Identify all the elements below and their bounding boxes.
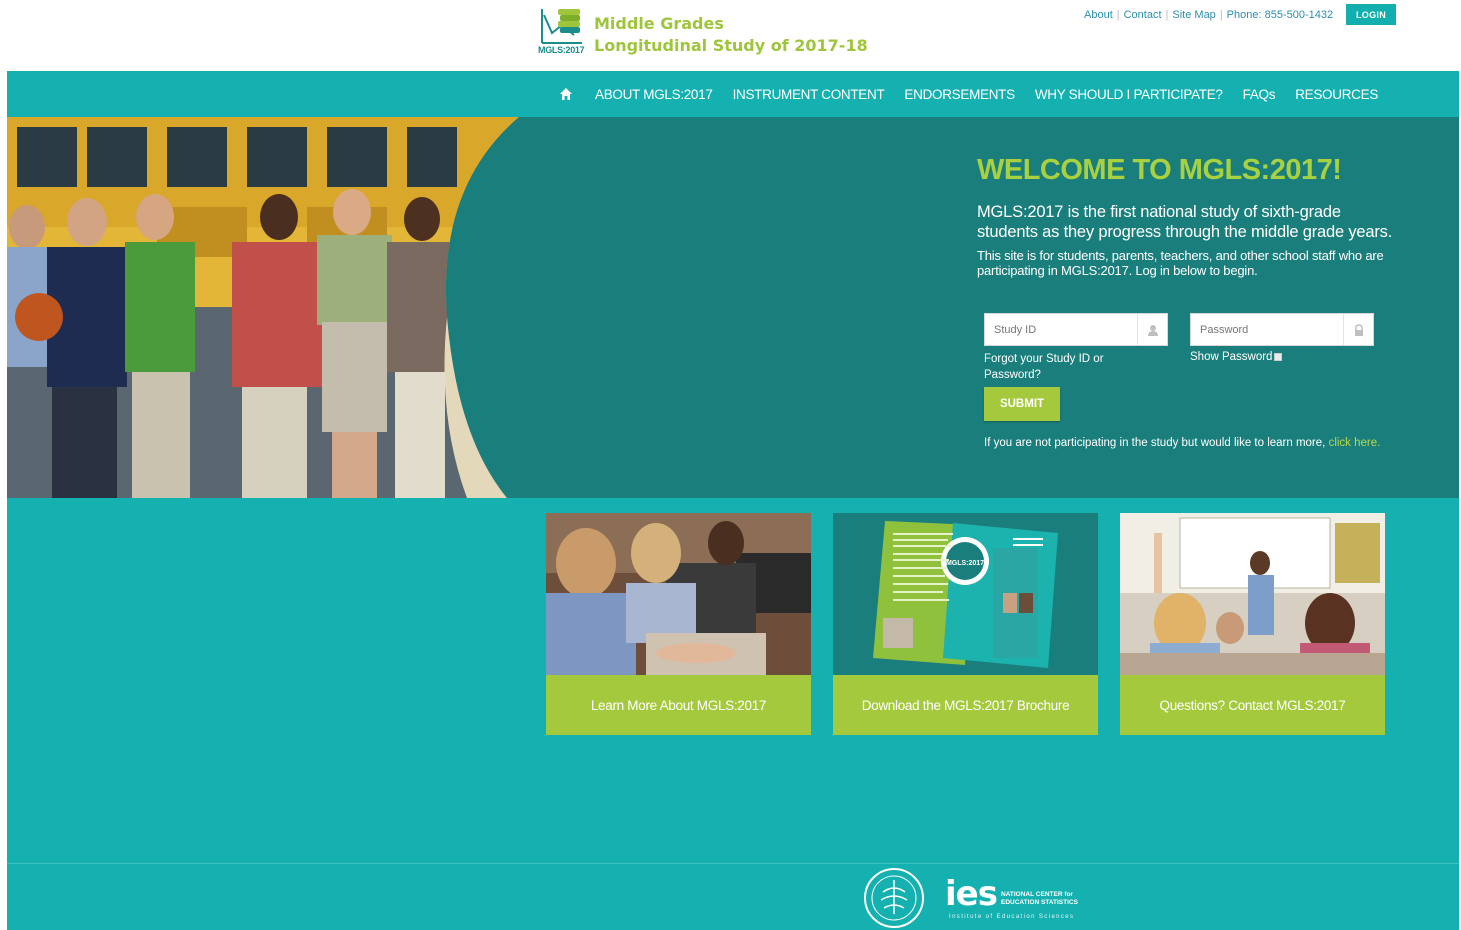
site-footer: ies NATIONAL CENTER for EDUCATION STATIS… (7, 863, 1459, 930)
study-id-field[interactable] (984, 313, 1168, 346)
logo-title-line2: Longitudinal Study of 2017-18 (594, 36, 868, 55)
site-header: MGLS:2017 Middle Grades Longitudinal Stu… (0, 0, 1461, 71)
students-computers-photo (546, 513, 811, 675)
show-password-toggle[interactable]: Show Password (1190, 351, 1283, 363)
separator: | (1219, 9, 1223, 21)
department-seal-icon[interactable] (859, 866, 929, 930)
lock-icon (1343, 314, 1373, 345)
contact-link[interactable]: Contact (1124, 9, 1162, 21)
card-learn-more[interactable]: Learn More About MGLS:2017 (546, 513, 811, 735)
ies-line1: NATIONAL CENTER for (1001, 891, 1073, 898)
not-participating-label: If you are not participating in the stud… (984, 437, 1329, 449)
show-password-checkbox[interactable] (1274, 353, 1283, 361)
intro-text: MGLS:2017 is the first national study of… (977, 203, 1393, 241)
nav-item-instrument-content[interactable]: INSTRUMENT CONTENT (733, 87, 885, 102)
home-icon[interactable] (559, 87, 573, 101)
phone-number: Phone: 855-500-1432 (1226, 9, 1334, 21)
intro-subtext: This site is for students, parents, teac… (977, 248, 1384, 278)
brochure-badge: MGLS:2017 (946, 560, 984, 567)
nav-item-faqs[interactable]: FAQs (1243, 87, 1276, 102)
separator: | (1165, 9, 1169, 21)
utility-links: About | Contact | Site Map | Phone: 855-500-14… (1084, 9, 1333, 21)
login-button[interactable]: LOGIN (1346, 4, 1396, 25)
card-learn-more-label: Learn More About MGLS:2017 (546, 675, 811, 735)
forgot-credentials-link[interactable]: Forgot your Study ID or Password? (984, 351, 1134, 383)
ies-line3: Institute of Education Sciences (949, 914, 1075, 920)
welcome-panel: WELCOME TO MGLS:2017! MGLS:2017 is the f… (977, 154, 1397, 278)
card-download-brochure[interactable]: MGLS:2017 Download the MGLS:2017 Brochur… (833, 513, 1098, 735)
feature-cards-area: Learn More About MGLS:2017 MGLS:2017 Dow… (7, 498, 1459, 863)
submit-button[interactable]: SUBMIT (984, 387, 1060, 421)
brochure-image: MGLS:2017 (833, 513, 1098, 675)
not-participating-text: If you are not participating in the stud… (984, 435, 1384, 451)
classroom-photo (1120, 513, 1385, 675)
nav-item-endorsements[interactable]: ENDORSEMENTS (904, 87, 1015, 102)
ies-line2: EDUCATION STATISTICS (1001, 899, 1078, 906)
password-input[interactable] (1191, 314, 1341, 345)
study-id-input[interactable] (985, 314, 1135, 345)
user-icon (1137, 314, 1167, 345)
about-link[interactable]: About (1084, 9, 1113, 21)
mgls-logo[interactable]: MGLS:2017 Middle Grades Longitudinal Stu… (538, 5, 868, 61)
show-password-label: Show Password (1190, 351, 1273, 363)
password-field[interactable] (1190, 313, 1374, 346)
separator: | (1116, 9, 1120, 21)
welcome-title: WELCOME TO MGLS:2017! (977, 154, 1342, 186)
nav-item-resources[interactable]: RESOURCES (1295, 87, 1378, 102)
site-map-link[interactable]: Site Map (1172, 9, 1215, 21)
students-photo (7, 117, 519, 498)
footer-logos: ies NATIONAL CENTER for EDUCATION STATIS… (855, 866, 1079, 930)
card-contact-label: Questions? Contact MGLS:2017 (1120, 675, 1385, 735)
nav-items: ABOUT MGLS:2017 INSTRUMENT CONTENT ENDOR… (559, 71, 1398, 117)
nav-item-why-participate[interactable]: WHY SHOULD I PARTICIPATE? (1035, 87, 1223, 102)
logo-mark-text: MGLS:2017 (538, 45, 585, 55)
main-nav: ABOUT MGLS:2017 INSTRUMENT CONTENT ENDOR… (7, 71, 1459, 117)
card-contact[interactable]: Questions? Contact MGLS:2017 (1120, 513, 1385, 735)
nav-item-about[interactable]: ABOUT MGLS:2017 (595, 87, 713, 102)
click-here-link[interactable]: click here. (1329, 437, 1381, 449)
hero-banner: WELCOME TO MGLS:2017! MGLS:2017 is the f… (7, 117, 1459, 498)
ies-logo-text[interactable]: ies (945, 874, 998, 914)
card-download-brochure-label: Download the MGLS:2017 Brochure (833, 675, 1098, 735)
logo-title-line1: Middle Grades (594, 14, 724, 33)
